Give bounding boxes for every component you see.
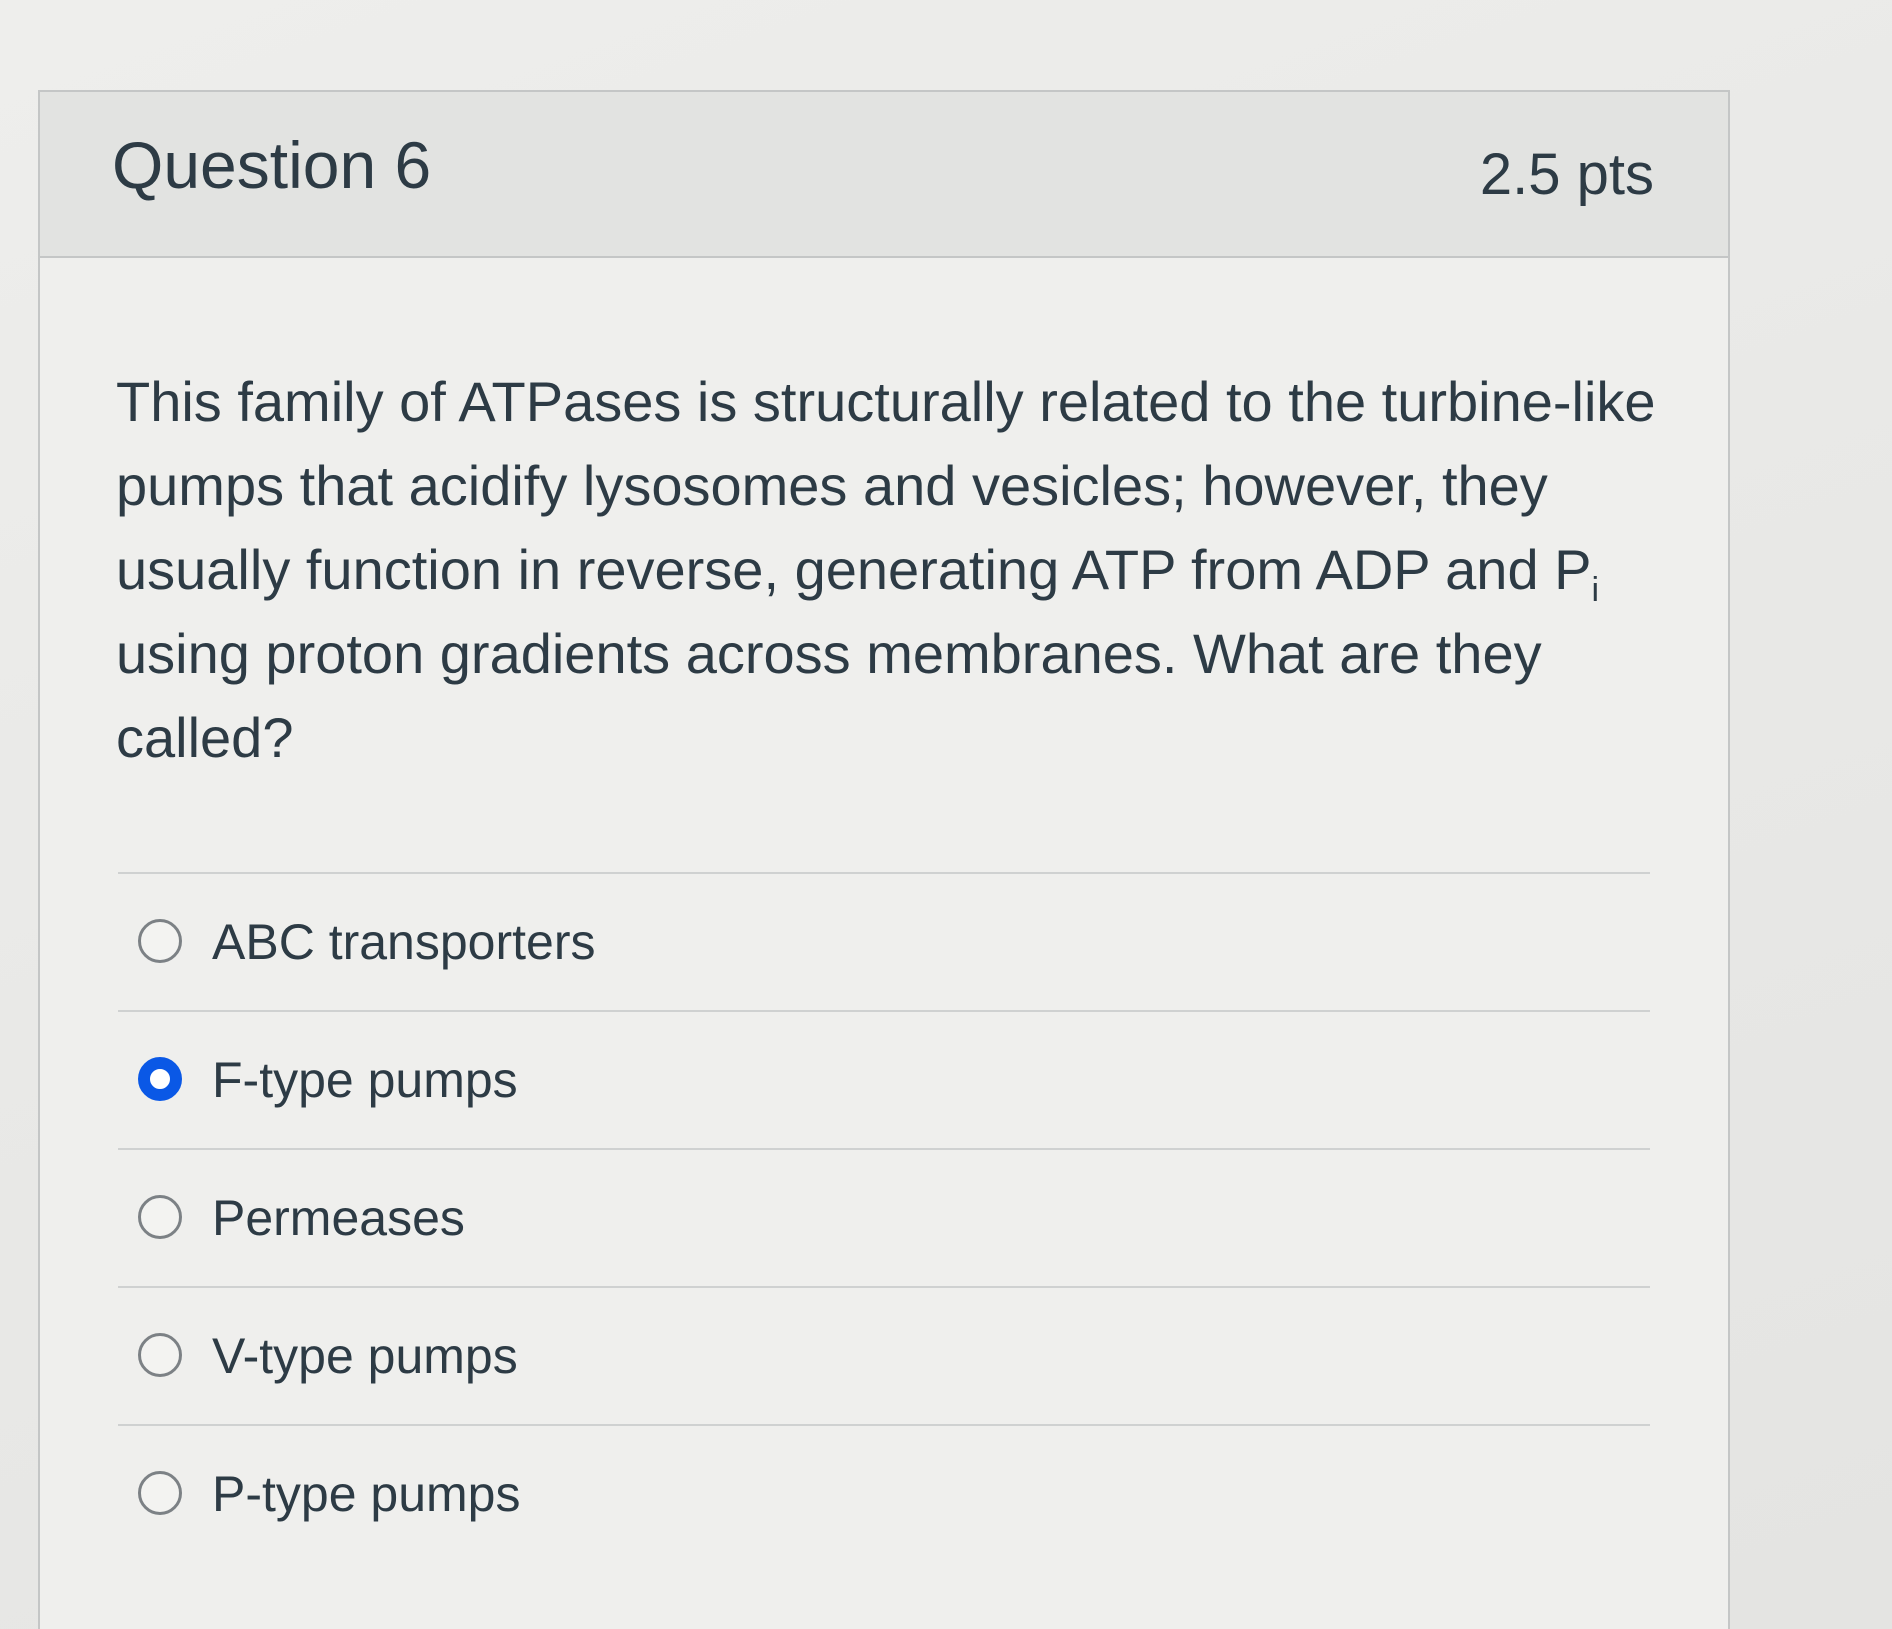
answer-label: ABC transporters — [212, 914, 596, 970]
question-text: This family of ATPases is structurally r… — [116, 360, 1676, 780]
answer-option-f-type-pumps[interactable]: F-type pumps — [118, 1010, 1650, 1148]
question-card: Question 6 2.5 pts This family of ATPase… — [38, 90, 1730, 1629]
question-text-subscript: i — [1591, 571, 1600, 609]
answer-label: Permeases — [212, 1190, 465, 1246]
radio-button[interactable] — [138, 1333, 182, 1377]
answer-option-permeases[interactable]: Permeases — [118, 1148, 1650, 1286]
answer-option-abc-transporters[interactable]: ABC transporters — [118, 872, 1650, 1010]
answer-label: V-type pumps — [212, 1328, 518, 1384]
answer-list: ABC transporters F-type pumps Permeases … — [118, 872, 1650, 1562]
question-header: Question 6 2.5 pts — [40, 92, 1728, 258]
radio-button-selected[interactable] — [138, 1057, 182, 1101]
answer-option-p-type-pumps[interactable]: P-type pumps — [118, 1424, 1650, 1562]
question-points: 2.5 pts — [1479, 142, 1654, 207]
question-title: Question 6 — [112, 128, 432, 202]
radio-button[interactable] — [138, 919, 182, 963]
answer-option-v-type-pumps[interactable]: V-type pumps — [118, 1286, 1650, 1424]
answer-label: P-type pumps — [212, 1466, 521, 1522]
answer-label: F-type pumps — [212, 1052, 518, 1108]
page: Question 6 2.5 pts This family of ATPase… — [0, 0, 1892, 1629]
question-text-main: This family of ATPases is structurally r… — [116, 370, 1656, 601]
radio-button[interactable] — [138, 1471, 182, 1515]
radio-button[interactable] — [138, 1195, 182, 1239]
question-text-end: using proton gradients across membranes.… — [116, 622, 1542, 769]
